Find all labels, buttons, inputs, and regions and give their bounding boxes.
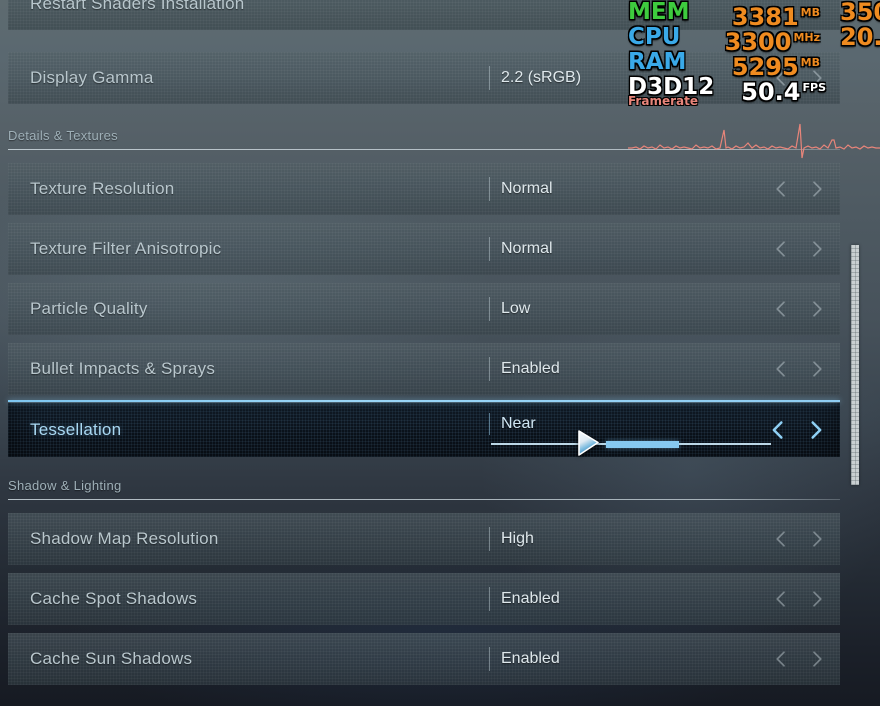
value-divider xyxy=(489,413,490,435)
row-label: Texture Filter Anisotropic xyxy=(30,239,222,258)
value-divider xyxy=(489,66,490,90)
row-label: Cache Spot Shadows xyxy=(30,589,198,608)
setting-row-display-gamma[interactable]: Display Gamma 2.2 (sRGB) xyxy=(8,52,840,104)
setting-row-restart-shaders-installation[interactable]: Restart Shaders Installation xyxy=(8,0,840,30)
stepper-arrows xyxy=(772,180,826,198)
chevron-right-icon[interactable] xyxy=(808,590,826,608)
setting-row-shadow-map-resolution[interactable]: Shadow Map Resolution High xyxy=(8,513,840,565)
mouse-cursor xyxy=(578,430,599,456)
value-divider xyxy=(489,587,490,611)
row-label: Restart Shaders Installation xyxy=(30,0,245,13)
tessellation-slider[interactable] xyxy=(491,441,771,448)
row-value: Enabled xyxy=(501,590,560,607)
stepper-arrows xyxy=(772,360,826,378)
value-divider xyxy=(489,177,490,201)
overlay-metric-value-2: 20.5 xyxy=(840,23,880,51)
chevron-right-icon[interactable] xyxy=(808,69,826,87)
row-label: Texture Resolution xyxy=(30,179,175,198)
row-value: Low xyxy=(501,300,531,317)
chevron-right-icon[interactable] xyxy=(808,530,826,548)
overlay-metric-unit: MHz xyxy=(793,31,820,44)
framerate-graph-line xyxy=(628,123,880,159)
row-value: 2.2 (sRGB) xyxy=(501,69,582,86)
chevron-right-icon[interactable] xyxy=(808,300,826,318)
slider-fill xyxy=(605,441,679,448)
chevron-left-icon[interactable] xyxy=(772,300,790,318)
stepper-arrows xyxy=(772,650,826,668)
setting-row-bullet-impacts-sprays[interactable]: Bullet Impacts & Sprays Enabled xyxy=(8,343,840,395)
chevron-right-icon[interactable] xyxy=(808,650,826,668)
stepper-arrows xyxy=(768,420,826,440)
stepper-arrows xyxy=(772,240,826,258)
chevron-left-icon[interactable] xyxy=(772,650,790,668)
value-divider xyxy=(489,647,490,671)
setting-row-cache-sun-shadows[interactable]: Cache Sun Shadows Enabled xyxy=(8,633,840,685)
scrollbar-thumb[interactable] xyxy=(851,245,859,485)
value-divider xyxy=(489,357,490,381)
row-value: Near xyxy=(501,415,536,432)
row-label: Tessellation xyxy=(30,420,122,439)
stepper-arrows xyxy=(772,300,826,318)
row-value: Enabled xyxy=(501,650,560,667)
section-header-shadow-lighting: Shadow & Lighting xyxy=(8,478,840,500)
chevron-right-icon[interactable] xyxy=(808,180,826,198)
chevron-left-icon[interactable] xyxy=(772,180,790,198)
row-label: Bullet Impacts & Sprays xyxy=(30,359,216,378)
row-label: Shadow Map Resolution xyxy=(30,529,219,548)
setting-row-particle-quality[interactable]: Particle Quality Low xyxy=(8,283,840,335)
row-label: Display Gamma xyxy=(30,68,154,87)
setting-row-tessellation[interactable]: Tessellation Near xyxy=(8,400,840,457)
setting-row-texture-filter-anisotropic[interactable]: Texture Filter Anisotropic Normal xyxy=(8,223,840,275)
chevron-left-icon[interactable] xyxy=(772,530,790,548)
section-rule xyxy=(8,499,840,500)
overlay-metric-value-2: 3504 xyxy=(840,0,880,26)
section-title: Shadow & Lighting xyxy=(8,478,122,493)
row-value: Normal xyxy=(501,240,553,257)
setting-row-cache-spot-shadows[interactable]: Cache Spot Shadows Enabled xyxy=(8,573,840,625)
stepper-arrows xyxy=(772,530,826,548)
game-settings-screen: Restart Shaders Installation Display Gam… xyxy=(0,0,880,706)
row-label: Particle Quality xyxy=(30,299,148,318)
chevron-left-icon[interactable] xyxy=(772,240,790,258)
row-label: Cache Sun Shadows xyxy=(30,649,193,668)
chevron-left-icon[interactable] xyxy=(772,360,790,378)
selection-indicator xyxy=(8,400,840,402)
row-value: Normal xyxy=(501,180,553,197)
chevron-left-icon[interactable] xyxy=(768,420,788,440)
value-divider xyxy=(489,237,490,261)
stepper-arrows xyxy=(772,590,826,608)
stepper-arrows xyxy=(772,69,826,87)
setting-row-texture-resolution[interactable]: Texture Resolution Normal xyxy=(8,163,840,215)
value-divider xyxy=(489,527,490,551)
framerate-graph xyxy=(628,123,880,159)
chevron-right-icon[interactable] xyxy=(808,360,826,378)
chevron-right-icon[interactable] xyxy=(808,240,826,258)
chevron-left-icon[interactable] xyxy=(772,69,790,87)
chevron-left-icon[interactable] xyxy=(772,590,790,608)
row-value: Enabled xyxy=(501,360,560,377)
row-value: High xyxy=(501,530,534,547)
value-divider xyxy=(489,297,490,321)
chevron-right-icon[interactable] xyxy=(806,420,826,440)
